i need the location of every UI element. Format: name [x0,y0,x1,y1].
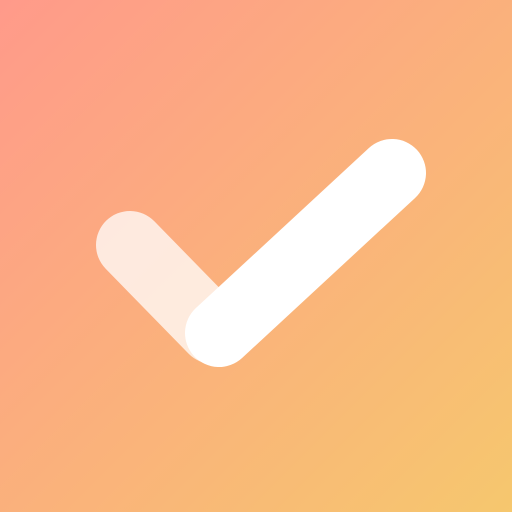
app-icon [0,0,512,512]
app-icon-graphic [0,0,512,512]
